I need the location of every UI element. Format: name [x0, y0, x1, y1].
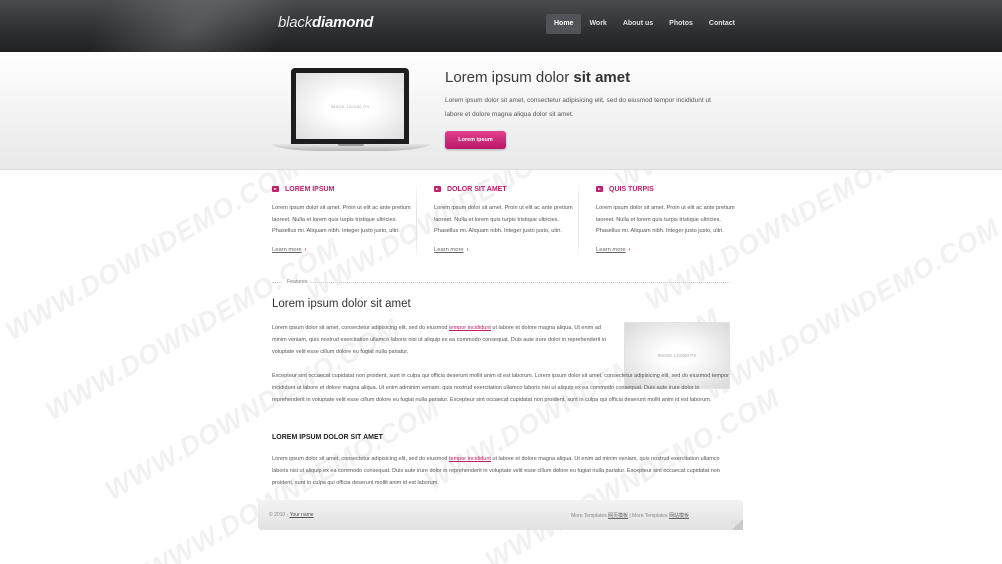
learn-more-label: Learn more	[596, 246, 626, 253]
feature-column-3: QUIS TURPIS Lorem ipsum dolor sit amet. …	[596, 183, 741, 253]
hero-cta-button[interactable]: Lorem ipsum	[445, 131, 506, 149]
tempor-link[interactable]: tempor incididunt	[449, 325, 491, 331]
laptop-image: IMAGE 120X80 PX	[272, 66, 430, 154]
feature-column-text: Lorem ipsum dolor sit amet. Proin ut eli…	[596, 205, 735, 234]
learn-more-label: Learn more	[272, 246, 302, 253]
play-bullet-icon	[434, 186, 441, 192]
template-link-2[interactable]: 网站模板	[669, 513, 689, 519]
feature-column-title: QUIS TURPIS	[596, 183, 741, 195]
feature-column-title-text: LOREM IPSUM	[285, 185, 335, 193]
hero-title: Lorem ipsum dolor sit amet	[445, 69, 630, 86]
tempor-link[interactable]: tempor incididunt	[449, 456, 491, 462]
chevron-right-icon: ›	[628, 246, 631, 253]
your-name-link[interactable]: Your name	[290, 512, 314, 518]
hero-image-placeholder: IMAGE 120X80 PX	[296, 73, 404, 139]
paragraph-text: Lorem ipsum dolor sit amet, consectetur …	[272, 325, 450, 331]
copyright-text: © 2010 -	[269, 512, 290, 518]
features-label: Features	[283, 279, 312, 285]
feature-column-title: DOLOR SIT AMET	[434, 183, 579, 195]
main-paragraph-3: Lorem ipsum dolor sit amet, consectetur …	[272, 453, 730, 489]
learn-more-label: Learn more	[434, 246, 464, 253]
nav-item-about-us[interactable]: About us	[615, 14, 661, 34]
more-templates-text: More Templates	[571, 513, 609, 519]
watermark-text: WWW.DOWNDEMO.COM	[700, 212, 1002, 406]
column-divider	[578, 183, 579, 261]
feature-column-title-text: QUIS TURPIS	[609, 185, 654, 193]
hero-title-light: Lorem ipsum dolor	[445, 69, 574, 86]
play-bullet-icon	[272, 186, 279, 192]
main-paragraph-2: Excepteur sint occaecat cupidatat non pr…	[272, 373, 729, 403]
feature-column-1: LOREM IPSUM Lorem ipsum dolor sit amet. …	[272, 183, 417, 253]
play-bullet-icon	[596, 186, 603, 192]
site-logo[interactable]: blackdiamond	[278, 14, 373, 31]
template-link-1[interactable]: 网页模板	[608, 513, 628, 519]
footer-links: More Templates 网页模板 | More Templates 网站模…	[571, 512, 689, 519]
learn-more-link[interactable]: Learn more ›	[272, 247, 417, 253]
feature-column-2: DOLOR SIT AMET Lorem ipsum dolor sit ame…	[434, 183, 579, 253]
footer-copyright: © 2010 - Your name	[269, 512, 314, 518]
logo-light-text: black	[278, 14, 313, 31]
column-divider	[416, 183, 417, 261]
hero-text: Lorem ipsum dolor sit amet, consectetur …	[445, 97, 711, 118]
main-paragraph-1: Lorem ipsum dolor sit amet, consectetur …	[272, 322, 612, 358]
site-footer: © 2010 - Your name More Templates 网页模板 |…	[258, 500, 743, 530]
site-header: blackdiamond Home Work About us Photos C…	[0, 0, 1002, 52]
feature-column-text: Lorem ipsum dolor sit amet. Proin ut eli…	[434, 205, 573, 234]
learn-more-link[interactable]: Learn more ›	[434, 247, 579, 253]
more-templates-text: | More Templates	[628, 513, 669, 519]
nav-item-home[interactable]: Home	[546, 14, 582, 34]
main-nav: Home Work About us Photos Contact	[546, 14, 743, 34]
feature-column-title: LOREM IPSUM	[272, 183, 417, 195]
nav-item-work[interactable]: Work	[581, 14, 614, 34]
laptop-screen: IMAGE 120X80 PX	[291, 68, 409, 144]
hero-title-bold: sit amet	[573, 69, 631, 86]
features-divider	[272, 282, 730, 283]
footer-page-fold	[731, 520, 743, 530]
paragraph-text: Lorem ipsum dolor sit amet, consectetur …	[272, 456, 450, 462]
learn-more-link[interactable]: Learn more ›	[596, 247, 741, 253]
feature-column-text: Lorem ipsum dolor sit amet. Proin ut eli…	[272, 205, 411, 234]
feature-column-title-text: DOLOR SIT AMET	[447, 185, 507, 193]
chevron-right-icon: ›	[304, 246, 307, 253]
logo-bold-text: diamond	[312, 14, 374, 31]
nav-item-photos[interactable]: Photos	[661, 14, 701, 34]
laptop-notch	[338, 144, 364, 146]
main-title: Lorem ipsum dolor sit amet	[272, 298, 411, 310]
nav-item-contact[interactable]: Contact	[701, 14, 743, 34]
section-subtitle: LOREM IPSUM DOLOR SIT AMET	[272, 434, 383, 441]
chevron-right-icon: ›	[466, 246, 469, 253]
watermark-text: WWW.DOWNDEMO.COM	[0, 152, 306, 346]
